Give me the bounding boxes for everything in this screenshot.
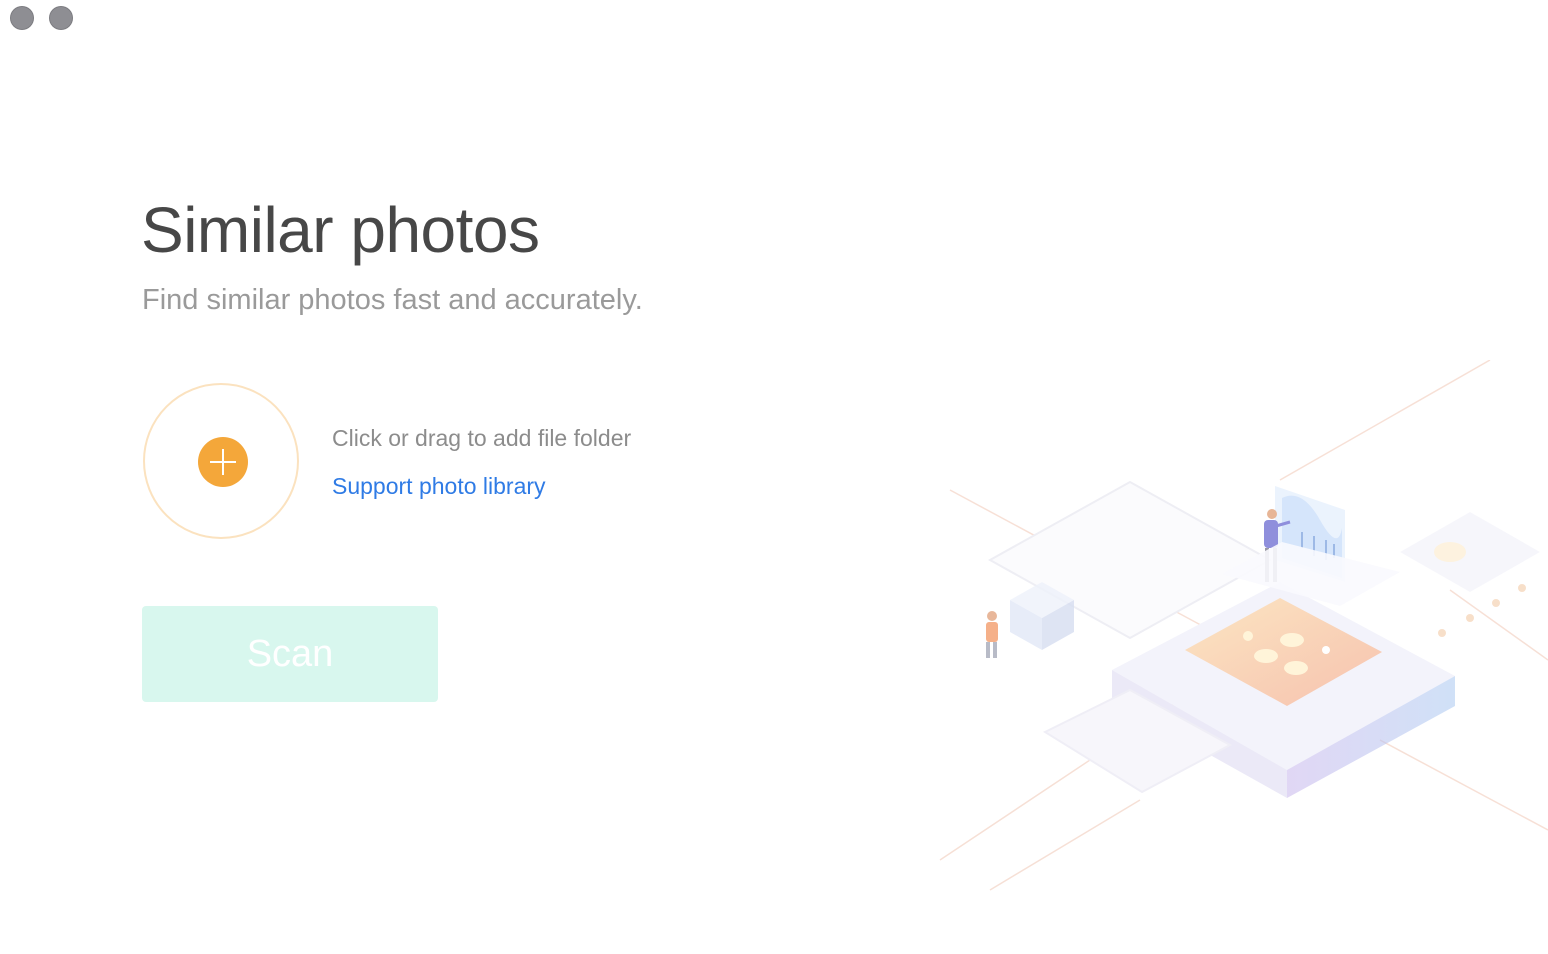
- plus-icon[interactable]: [198, 437, 248, 487]
- scan-button[interactable]: Scan: [142, 606, 438, 702]
- page-subtitle: Find similar photos fast and accurately.: [142, 284, 643, 316]
- support-photo-library-link[interactable]: Support photo library: [332, 473, 546, 500]
- window-controls: [10, 6, 73, 30]
- decorative-illustration: [939, 360, 1548, 891]
- conveyor: [1400, 512, 1540, 637]
- add-folder-hint: Click or drag to add file folder: [332, 425, 632, 451]
- page-title: Similar photos: [141, 194, 540, 266]
- worker-figure: [986, 611, 998, 658]
- add-folder-dropzone[interactable]: [143, 383, 299, 539]
- minimize-window-button[interactable]: [49, 6, 73, 30]
- close-window-button[interactable]: [10, 6, 34, 30]
